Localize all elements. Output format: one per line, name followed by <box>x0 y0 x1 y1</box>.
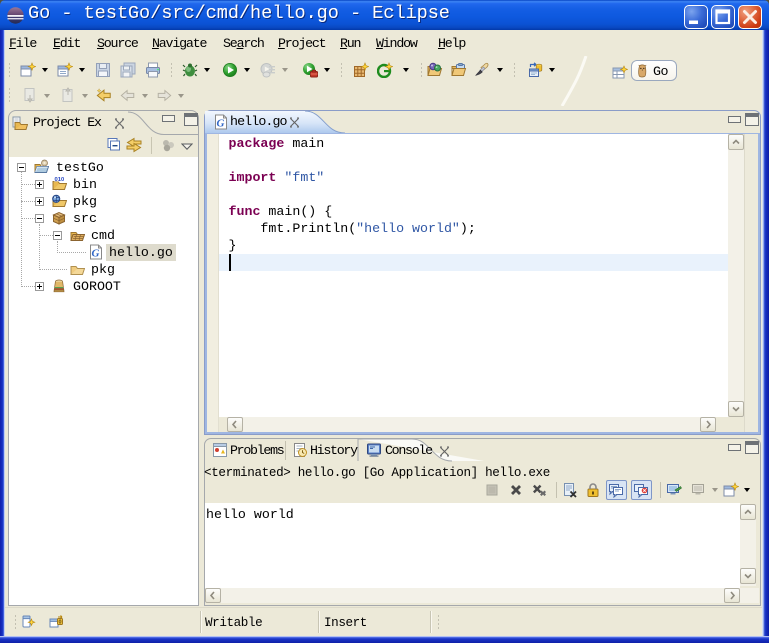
svg-text:G: G <box>92 248 100 260</box>
svg-text:G: G <box>217 118 225 130</box>
svg-text:0: 0 <box>59 620 62 626</box>
svg-text:010: 010 <box>55 177 65 183</box>
